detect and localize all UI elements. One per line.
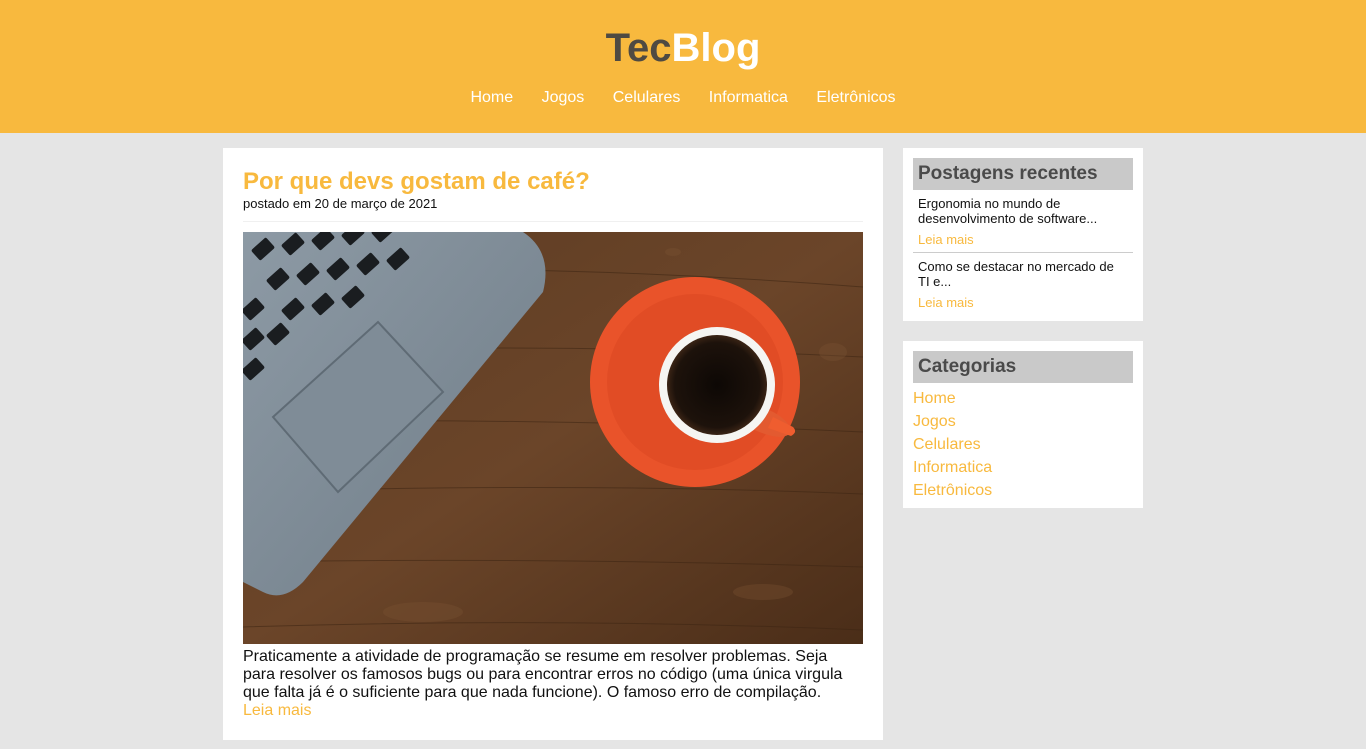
category-home[interactable]: Home <box>913 387 1133 410</box>
nav-celulares[interactable]: Celulares <box>613 88 681 108</box>
laptop-coffee-photo <box>243 232 863 644</box>
category-celulares[interactable]: Celulares <box>913 433 1133 456</box>
category-informatica[interactable]: Informatica <box>913 456 1133 479</box>
recent-posts-widget: Postagens recentes Ergonomia no mundo de… <box>903 148 1143 321</box>
logo-part-1: Tec <box>605 26 672 70</box>
nav-home[interactable]: Home <box>470 88 513 108</box>
recent-post-read-more[interactable]: Leia mais <box>918 232 1128 247</box>
site-header: TecBlog Home Jogos Celulares Informatica… <box>0 0 1366 133</box>
recent-post-text[interactable]: Como se destacar no mercado de TI e... <box>918 259 1128 289</box>
categories-list: Home Jogos Celulares Informatica Eletrôn… <box>913 387 1133 502</box>
recent-post-item: Como se destacar no mercado de TI e... L… <box>913 252 1133 315</box>
nav-informatica[interactable]: Informatica <box>709 88 788 108</box>
recent-posts-title: Postagens recentes <box>913 158 1133 190</box>
recent-post-text[interactable]: Ergonomia no mundo de desenvolvimento de… <box>918 196 1128 226</box>
post-meta: postado em 20 de março de 2021 <box>243 196 863 222</box>
categories-widget: Categorias Home Jogos Celulares Informat… <box>903 341 1143 508</box>
categories-title: Categorias <box>913 351 1133 383</box>
category-eletronicos[interactable]: Eletrônicos <box>913 479 1133 502</box>
recent-post-item: Ergonomia no mundo de desenvolvimento de… <box>913 190 1133 252</box>
post-excerpt: Praticamente a atividade de programação … <box>243 648 843 701</box>
recent-post-read-more[interactable]: Leia mais <box>918 295 1128 310</box>
site-logo[interactable]: TecBlog <box>0 0 1366 72</box>
category-jogos[interactable]: Jogos <box>913 410 1133 433</box>
main-nav: Home Jogos Celulares Informatica Eletrôn… <box>0 88 1366 108</box>
logo-part-2: Blog <box>671 26 761 70</box>
post-read-more-link[interactable]: Leia mais <box>243 702 311 720</box>
post-title[interactable]: Por que devs gostam de café? <box>243 168 863 196</box>
nav-eletronicos[interactable]: Eletrônicos <box>816 88 895 108</box>
nav-jogos[interactable]: Jogos <box>542 88 585 108</box>
post-card: Por que devs gostam de café? postado em … <box>223 148 883 740</box>
